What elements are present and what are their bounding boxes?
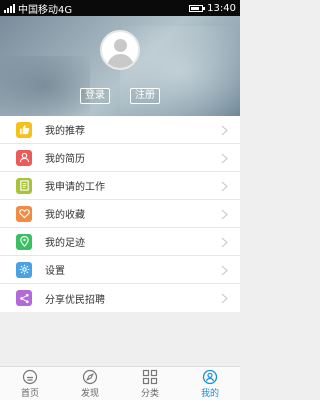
clock: 13:40 xyxy=(207,2,236,14)
tab-home[interactable]: 首页 xyxy=(0,367,60,400)
tab-label: 发现 xyxy=(80,388,99,399)
menu-item-label: 我的推荐 xyxy=(45,126,85,137)
menu-item-label: 我的简历 xyxy=(45,154,85,165)
menu-item-favorites[interactable]: 我的收藏 xyxy=(0,200,240,228)
carrier-label: 中国移动4G xyxy=(18,4,73,16)
user-icon xyxy=(16,149,32,166)
document-icon xyxy=(16,177,32,194)
menu-item-share[interactable]: 分享优民招聘 xyxy=(0,284,240,312)
register-button[interactable]: 注册 xyxy=(130,88,160,104)
signal-icon xyxy=(4,3,15,13)
heart-icon xyxy=(16,205,32,222)
chevron-right-icon xyxy=(221,181,228,192)
menu-item-footprints[interactable]: 我的足迹 xyxy=(0,228,240,256)
status-bar: 中国移动4G 13:40 xyxy=(0,0,240,16)
bottom-tab-bar: 首页 发现 分类 我的 xyxy=(0,366,240,400)
chevron-right-icon xyxy=(221,237,228,248)
chevron-right-icon xyxy=(221,153,228,164)
chevron-right-icon xyxy=(221,293,228,304)
login-button[interactable]: 登录 xyxy=(80,88,110,104)
menu-item-label: 分享优民招聘 xyxy=(45,294,105,306)
avatar[interactable] xyxy=(100,30,140,70)
location-icon xyxy=(16,233,32,250)
tab-label: 我的 xyxy=(200,388,219,399)
battery-icon xyxy=(189,4,206,12)
menu-item-label: 我的足迹 xyxy=(45,238,85,249)
menu-item-label: 我申请的工作 xyxy=(45,182,105,193)
compass-icon xyxy=(82,369,98,384)
menu-list: 我的推荐 我的简历 我申请的工作 我的收藏 我的足迹 设置 分享优民招聘 xyxy=(0,116,240,312)
tab-discover[interactable]: 发现 xyxy=(60,367,120,400)
profile-header: 登录 注册 xyxy=(0,16,240,116)
tab-label: 分类 xyxy=(140,388,159,399)
tab-mine[interactable]: 我的 xyxy=(180,367,240,400)
profile-icon xyxy=(202,369,218,384)
home-icon xyxy=(22,369,38,384)
tab-label: 首页 xyxy=(20,388,39,399)
menu-item-applied-jobs[interactable]: 我申请的工作 xyxy=(0,172,240,200)
chevron-right-icon xyxy=(221,125,228,136)
menu-item-label: 设置 xyxy=(45,266,65,277)
share-icon xyxy=(16,290,32,306)
menu-item-resume[interactable]: 我的简历 xyxy=(0,144,240,172)
grid-icon xyxy=(142,369,158,384)
menu-item-settings[interactable]: 设置 xyxy=(0,256,240,284)
chevron-right-icon xyxy=(221,265,228,276)
chevron-right-icon xyxy=(221,209,228,220)
menu-item-recommend[interactable]: 我的推荐 xyxy=(0,116,240,144)
menu-item-label: 我的收藏 xyxy=(45,210,85,221)
thumbs-up-icon xyxy=(16,121,32,138)
gear-icon xyxy=(16,261,32,278)
tab-category[interactable]: 分类 xyxy=(120,367,180,400)
